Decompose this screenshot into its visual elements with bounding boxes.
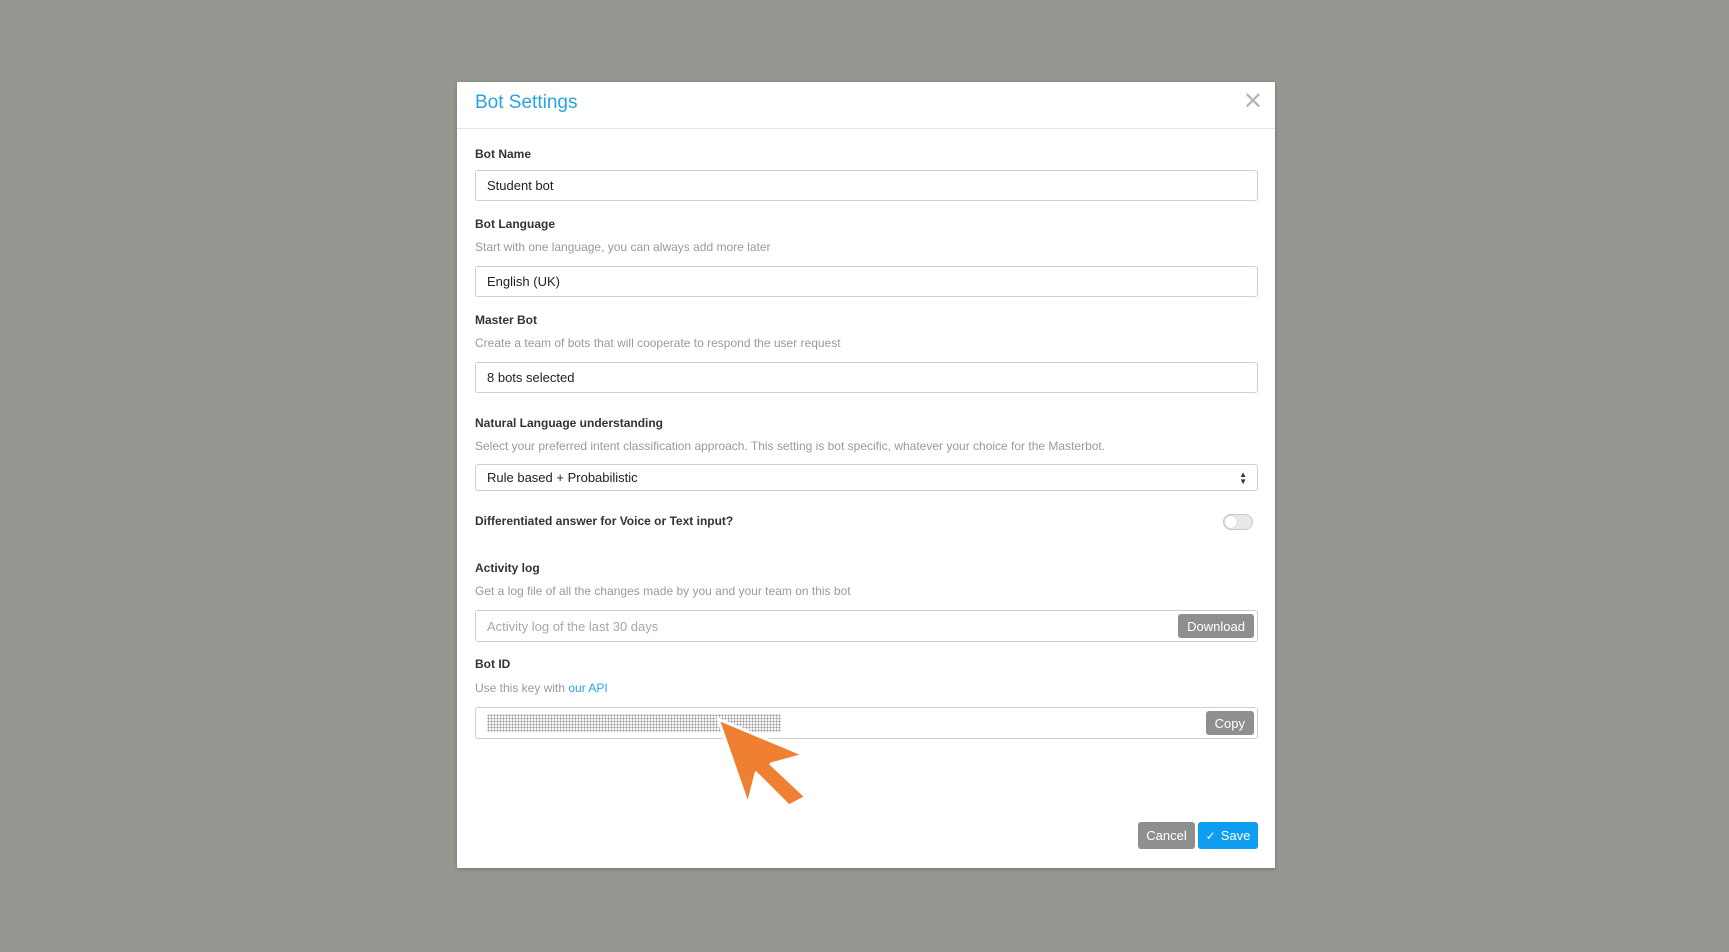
bot-language-help: Start with one language, you can always … [475, 240, 771, 254]
pointer-cursor-icon [716, 717, 808, 808]
nlu-label: Natural Language understanding [475, 416, 664, 430]
activity-log-label: Activity log [475, 561, 540, 575]
save-button-label: Save [1220, 828, 1251, 843]
bot-id-help: Use this key with our API [475, 681, 608, 695]
check-circle-icon: ✓ [1205, 828, 1216, 843]
close-icon[interactable]: ✕ [1243, 90, 1263, 114]
bot-id-field[interactable]: Copy [475, 707, 1258, 739]
bot-id-label: Bot ID [475, 657, 511, 671]
bot-settings-modal: Bot Settings ✕ Bot Name Student bot Bot … [457, 82, 1275, 868]
activity-log-field[interactable]: Activity log of the last 30 days Downloa… [475, 610, 1258, 642]
differentiated-toggle[interactable] [1223, 514, 1253, 530]
nlu-help: Select your preferred intent classificat… [475, 439, 1106, 453]
master-bot-help: Create a team of bots that will cooperat… [475, 336, 841, 350]
bot-name-input[interactable]: Student bot [475, 170, 1258, 201]
activity-log-help: Get a log file of all the changes made b… [475, 584, 851, 598]
bot-id-help-text: Use this key with [475, 681, 569, 695]
bot-language-input[interactable]: English (UK) [475, 266, 1258, 297]
differentiated-label: Differentiated answer for Voice or Text … [475, 514, 734, 528]
our-api-link[interactable]: our API [568, 681, 607, 695]
download-button[interactable]: Download [1178, 614, 1254, 638]
bot-language-label: Bot Language [475, 217, 555, 231]
save-button[interactable]: ✓ Save [1198, 822, 1258, 849]
master-bot-label: Master Bot [475, 313, 538, 327]
nlu-selected-value: Rule based + Probabilistic [487, 470, 638, 485]
modal-title: Bot Settings [475, 92, 578, 113]
nlu-select[interactable]: Rule based + Probabilistic ▲ ▼ [475, 464, 1258, 491]
toggle-knob [1225, 516, 1237, 528]
bot-name-label: Bot Name [475, 147, 532, 161]
cancel-button[interactable]: Cancel [1138, 822, 1195, 849]
activity-log-placeholder: Activity log of the last 30 days [487, 618, 659, 634]
modal-header: Bot Settings ✕ [457, 82, 1275, 129]
select-arrows-icon: ▲ ▼ [1239, 469, 1247, 486]
master-bot-input[interactable]: 8 bots selected [475, 362, 1258, 393]
copy-button[interactable]: Copy [1205, 711, 1254, 735]
